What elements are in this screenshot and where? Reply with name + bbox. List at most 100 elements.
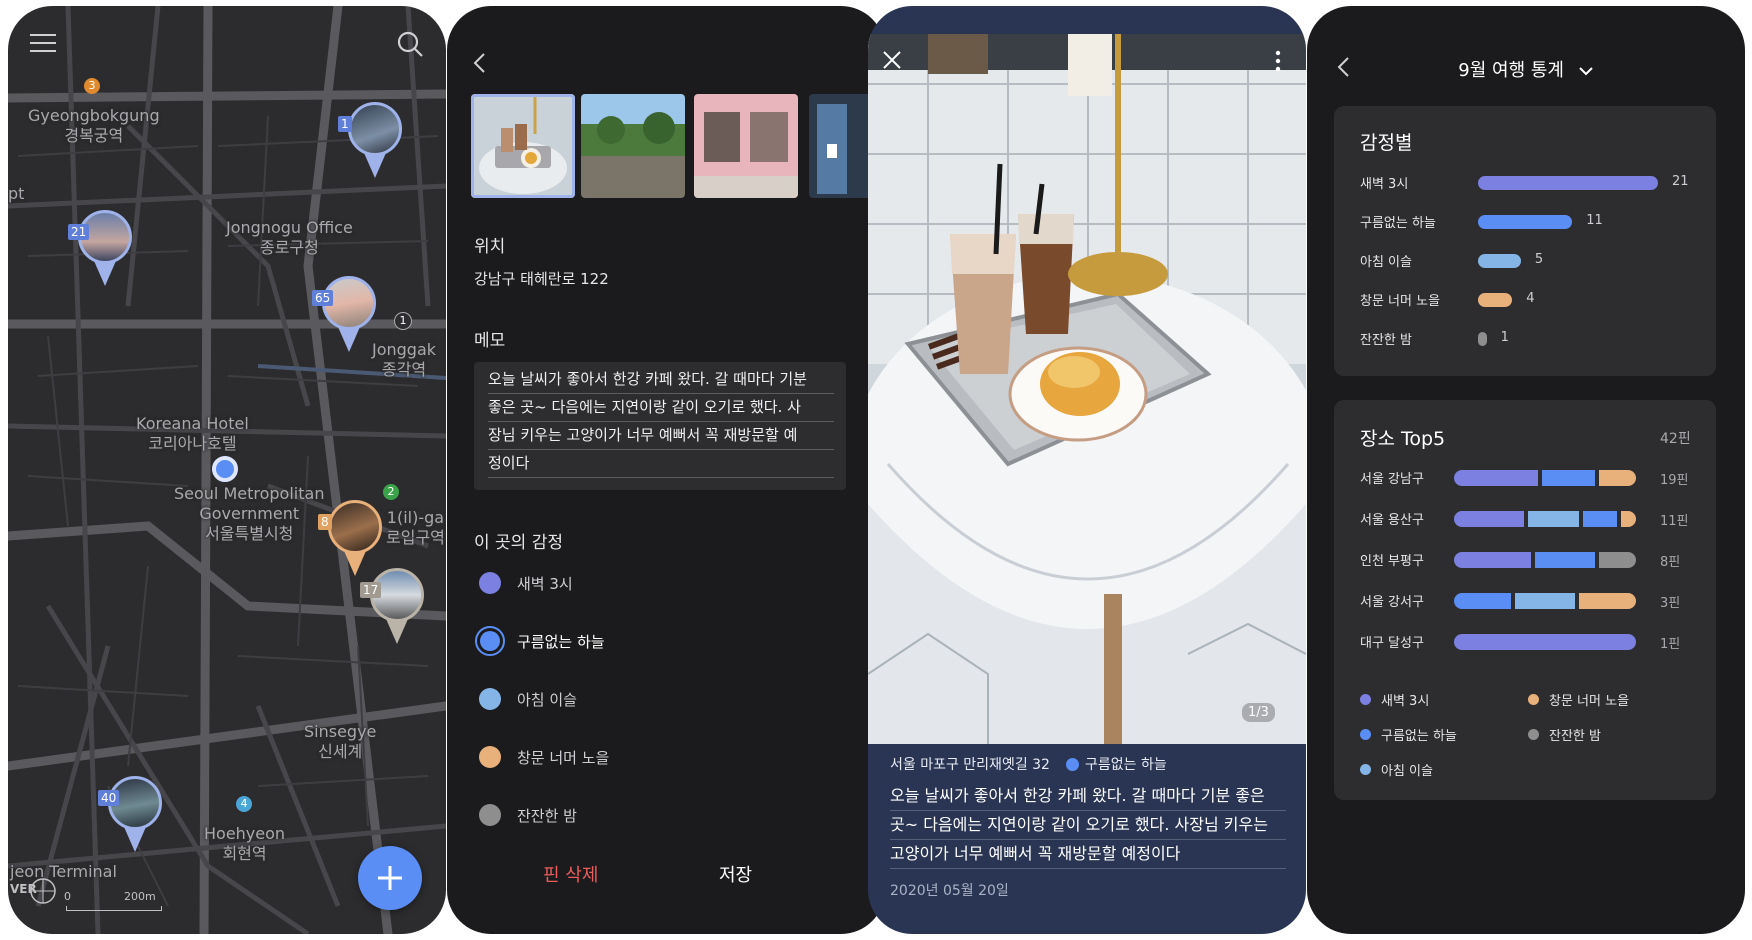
emotion-option-clear-sky[interactable]: 구름없는 하늘 [474, 626, 605, 656]
photo-emotion: 구름없는 하늘 [1084, 757, 1167, 773]
month-selector[interactable]: 9월 여행 통계 [1307, 56, 1745, 82]
emotion-bar-label: 아침 이슬 [1360, 255, 1412, 270]
photo-memo-line: 오늘 날씨가 좋아서 한강 카페 왔다. 갈 때마다 기분 좋은 [890, 782, 1286, 811]
bar-segment [1515, 593, 1575, 609]
photo-memo-line: 곳~ 다음에는 지연이랑 같이 오기로 했다. 사장님 키우는 [890, 811, 1286, 840]
emotion-option-sunset[interactable]: 창문 너머 노을 [474, 742, 609, 772]
close-icon[interactable] [882, 50, 902, 74]
emotion-label: 구름없는 하늘 [517, 632, 605, 651]
place-label: 서울 강남구 [1360, 472, 1424, 487]
legend-dot [1360, 764, 1371, 775]
emotion-bar-label: 새벽 3시 [1360, 177, 1409, 192]
place-stacked-bar [1454, 511, 1636, 527]
map-photo-pin[interactable]: 21 [68, 210, 132, 302]
bar-segment [1454, 593, 1512, 609]
emotion-option-morning-dew[interactable]: 아침 이슬 [474, 684, 577, 714]
map-photo-pin[interactable]: 1 [338, 102, 402, 194]
legend-label: 잔잔한 밤 [1549, 729, 1601, 744]
place-stacked-bar [1454, 552, 1636, 568]
legend-item: 잔잔한 밤 [1528, 725, 1601, 744]
photo-info-line: 서울 마포구 만리재옛길 32 구름없는 하늘 [890, 754, 1167, 774]
emotion-label: 새벽 3시 [517, 574, 573, 593]
photo-thumbnail[interactable] [581, 94, 685, 198]
emotion-bar-value: 5 [1534, 252, 1544, 267]
place-label: 대구 달성구 [1360, 636, 1424, 651]
emotion-label: 아침 이슬 [517, 690, 577, 709]
memo-textarea[interactable]: 오늘 날씨가 좋아서 한강 카페 왔다. 갈 때마다 기분 좋은 곳~ 다음에는… [474, 362, 846, 490]
search-icon[interactable] [396, 30, 424, 62]
place-pin-count: 11핀 [1660, 514, 1689, 529]
map-label: pt [8, 184, 25, 203]
emotion-bar-label: 잔잔한 밤 [1360, 333, 1412, 348]
hamburger-menu-icon[interactable] [30, 32, 56, 58]
emotion-label: 잔잔한 밤 [517, 806, 577, 825]
legend-label: 창문 너머 노을 [1549, 694, 1630, 709]
photo-thumbnail[interactable] [471, 94, 575, 198]
photo-image[interactable] [868, 34, 1306, 744]
emotion-bar [1478, 332, 1487, 346]
chevron-down-icon [1579, 67, 1593, 76]
map-screen: 3 1 2 4 Gyeongbokgung 경복궁역 pt Jongnogu Of… [8, 6, 446, 934]
emotion-bar-value: 1 [1500, 330, 1509, 345]
emotion-bar-value: 11 [1586, 213, 1603, 228]
save-button[interactable]: 저장 [719, 861, 752, 887]
place-pin-count: 3핀 [1660, 596, 1681, 611]
current-location-marker [212, 456, 238, 482]
place-pin-count: 1핀 [1660, 637, 1681, 652]
emotion-bar-value: 4 [1526, 291, 1535, 306]
emotion-option-calm-night[interactable]: 잔잔한 밤 [474, 800, 577, 830]
bar-segment [1599, 470, 1636, 486]
map-photo-pin[interactable]: 17 [360, 568, 424, 660]
map-label: Gyeongbokgung 경복궁역 [28, 106, 160, 145]
more-vertical-icon[interactable] [1274, 50, 1282, 76]
emotion-bar-label: 구름없는 하늘 [1360, 216, 1436, 231]
pin-count-badge: 8 [318, 514, 332, 530]
add-pin-button[interactable] [358, 846, 422, 910]
scale-bar [66, 906, 162, 911]
legend-dot [1360, 729, 1371, 740]
emotion-option-dawn[interactable]: 새벽 3시 [474, 568, 573, 598]
map-photo-pin[interactable]: 40 [98, 776, 162, 868]
pin-count-badge: 21 [68, 224, 90, 240]
map-label: Seoul Metropolitan Government 서울특별시청 [174, 484, 325, 543]
memo-line: 장님 키우는 고양이가 너무 예뻐서 꼭 재방문할 예 [488, 422, 834, 450]
total-pins: 42핀 [1660, 431, 1691, 447]
memo-line: 좋은 곳~ 다음에는 지연이랑 같이 오기로 했다. 사 [488, 394, 834, 422]
location-value: 강남구 태헤란로 122 [474, 270, 609, 288]
delete-pin-button[interactable]: 핀 삭제 [543, 861, 598, 887]
emotion-bar [1478, 215, 1573, 229]
legend-label: 아침 이슬 [1381, 764, 1433, 779]
pin-detail-screen: 위치 강남구 태헤란로 122 메모 오늘 날씨가 좋아서 한강 카페 왔다. … [447, 6, 885, 934]
location-title: 위치 [474, 237, 506, 257]
memo-line: 오늘 날씨가 좋아서 한강 카페 왔다. 갈 때마다 기분 [488, 366, 834, 394]
memo-line: 정이다 [488, 450, 834, 478]
bar-segment [1582, 511, 1617, 527]
legend-label: 구름없는 하늘 [1381, 729, 1457, 744]
photo-date: 2020년 05월 20일 [890, 883, 1009, 899]
emotion-bar-value: 21 [1672, 174, 1689, 189]
legend-dot [1528, 694, 1539, 705]
photo-address: 서울 마포구 만리재옛길 32 [890, 757, 1050, 773]
emotion-color-dot [1065, 757, 1079, 771]
scale-zero: 0 [64, 890, 71, 903]
compass-icon[interactable] [28, 876, 58, 906]
photo-counter: 1/3 [1242, 703, 1275, 722]
map-photo-pin[interactable]: 65 [312, 276, 376, 368]
legend-item: 창문 너머 노을 [1528, 690, 1629, 709]
bar-segment [1534, 552, 1596, 568]
legend-label: 새벽 3시 [1381, 694, 1430, 709]
subway-line-badge: 4 [236, 796, 252, 812]
map-label: Jongnogu Office 종로구청 [226, 218, 353, 257]
bar-segment [1454, 634, 1636, 650]
place-stacked-bar [1454, 634, 1636, 650]
bar-segment [1599, 552, 1636, 568]
place-stacked-bar [1454, 593, 1636, 609]
place-label: 서울 강서구 [1360, 595, 1424, 610]
plus-icon [378, 866, 402, 890]
photo-thumbnail[interactable] [694, 94, 798, 198]
emotion-color-dot [479, 746, 501, 768]
card-title: 장소 Top5 [1360, 428, 1446, 450]
pin-count-badge: 40 [98, 790, 120, 806]
chevron-left-icon[interactable] [473, 52, 487, 78]
legend-dot [1528, 729, 1539, 740]
